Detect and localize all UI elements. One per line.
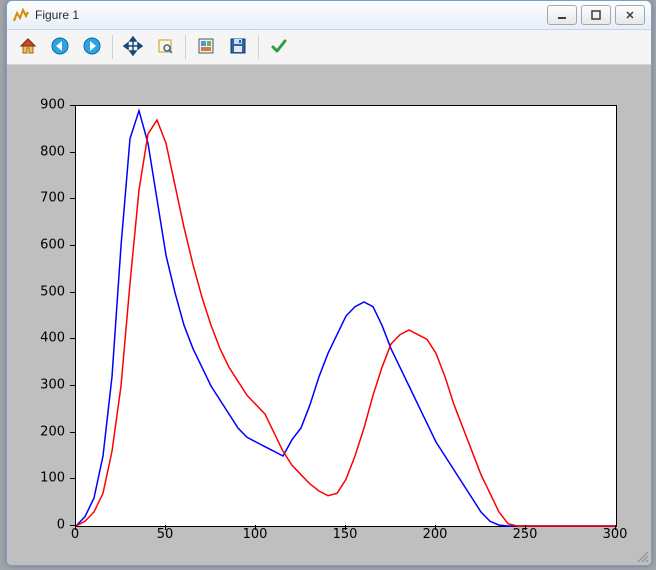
minimize-button[interactable] [547, 5, 577, 25]
x-tick-label: 50 [157, 527, 174, 542]
window-title: Figure 1 [35, 8, 547, 22]
chart-lines [76, 106, 616, 526]
zoom-button[interactable] [150, 32, 180, 62]
save-button[interactable] [223, 32, 253, 62]
y-tick-label: 0 [7, 518, 65, 533]
pan-button[interactable] [118, 32, 148, 62]
y-tick-label: 500 [7, 284, 65, 299]
y-tick [70, 105, 75, 106]
home-button[interactable] [13, 32, 43, 62]
series-red [76, 120, 616, 526]
checkmark-icon [269, 36, 289, 59]
y-tick-label: 300 [7, 378, 65, 393]
configure-subplots-button[interactable] [191, 32, 221, 62]
figure-window: Figure 1 [6, 0, 652, 566]
y-tick [70, 525, 75, 526]
forward-button[interactable] [77, 32, 107, 62]
arrow-left-icon [50, 36, 70, 59]
y-tick [70, 152, 75, 153]
y-tick [70, 385, 75, 386]
x-tick-label: 0 [71, 527, 79, 542]
series-blue [76, 111, 616, 526]
chart-axes [75, 105, 617, 527]
toolbar-separator [185, 35, 186, 59]
x-tick-label: 250 [513, 527, 538, 542]
y-tick [70, 292, 75, 293]
x-tick-label: 200 [423, 527, 448, 542]
options-button[interactable] [264, 32, 294, 62]
subplots-icon [196, 36, 216, 59]
toolbar-separator [112, 35, 113, 59]
y-tick [70, 432, 75, 433]
plot-area[interactable]: 0 50 100 150 200 250 300 0 100 200 300 400 500 600 700… [7, 65, 651, 565]
y-tick [70, 478, 75, 479]
titlebar: Figure 1 [7, 1, 651, 30]
y-tick [70, 198, 75, 199]
app-icon [13, 7, 29, 23]
arrow-right-icon [82, 36, 102, 59]
y-tick-label: 600 [7, 238, 65, 253]
y-tick-label: 800 [7, 144, 65, 159]
back-button[interactable] [45, 32, 75, 62]
toolbar [7, 30, 651, 65]
x-tick-label: 100 [243, 527, 268, 542]
y-tick-label: 900 [7, 98, 65, 113]
close-button[interactable] [615, 5, 645, 25]
y-tick-label: 400 [7, 331, 65, 346]
floppy-disk-icon [228, 36, 248, 59]
y-tick-label: 700 [7, 191, 65, 206]
zoom-rect-icon [155, 36, 175, 59]
maximize-button[interactable] [581, 5, 611, 25]
y-tick [70, 245, 75, 246]
window-buttons [547, 5, 645, 25]
toolbar-separator [258, 35, 259, 59]
y-tick [70, 338, 75, 339]
x-tick-label: 300 [603, 527, 628, 542]
resize-grip-icon[interactable] [635, 549, 649, 563]
x-tick-label: 150 [333, 527, 358, 542]
y-tick-label: 100 [7, 471, 65, 486]
home-icon [18, 36, 38, 59]
move-icon [123, 36, 143, 59]
y-tick-label: 200 [7, 424, 65, 439]
